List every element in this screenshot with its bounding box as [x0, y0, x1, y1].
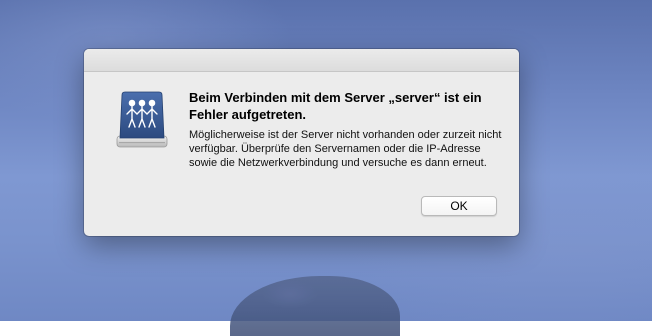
dialog-title: Beim Verbinden mit dem Server „server“ i… [189, 90, 482, 122]
ok-button[interactable]: OK [421, 196, 497, 216]
wallpaper-rock [230, 276, 400, 336]
shared-server-icon [116, 91, 168, 148]
dialog-titlebar[interactable] [84, 49, 519, 72]
connection-error-dialog: Beim Verbinden mit dem Server „server“ i… [84, 49, 519, 236]
dialog-message: Möglicherweise ist der Server nicht vorh… [189, 129, 502, 169]
